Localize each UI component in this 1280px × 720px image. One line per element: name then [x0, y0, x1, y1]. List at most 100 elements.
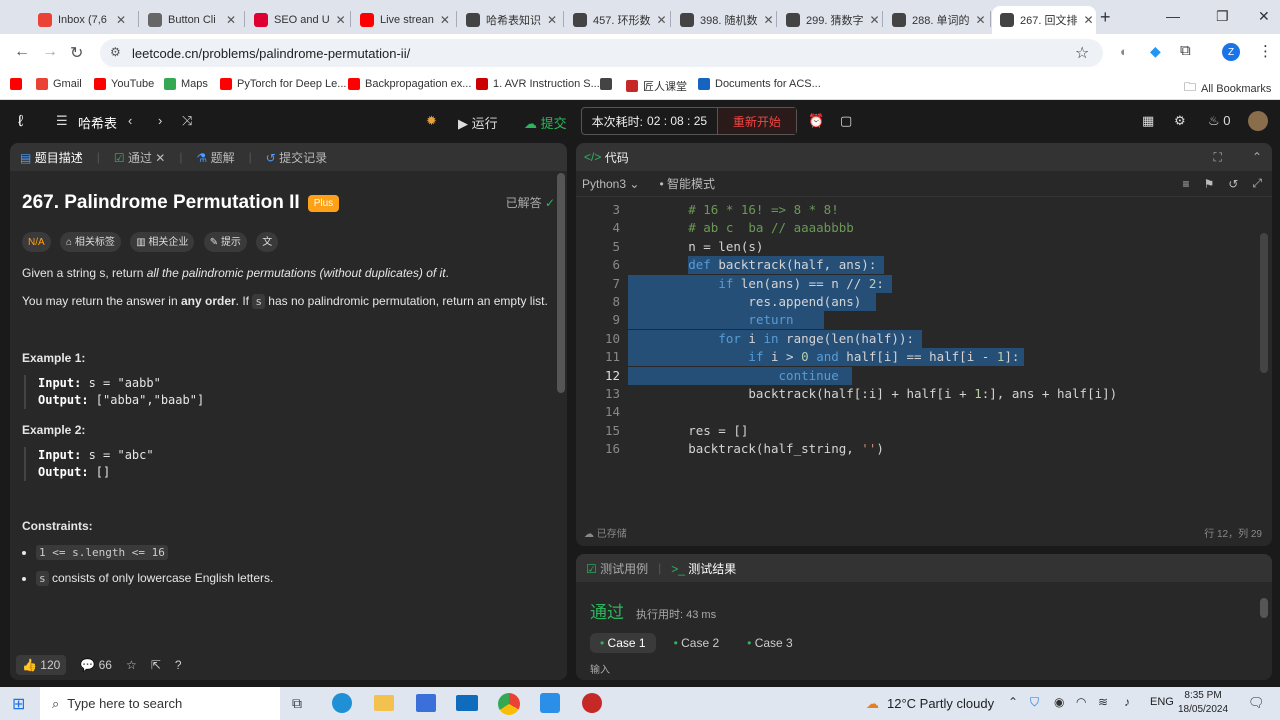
close-window-icon[interactable]: ✕	[1258, 8, 1270, 25]
code-editor[interactable]: 3 # 16 * 16! => 8 * 8! 4 # ab c ba // aaa…	[576, 199, 1266, 499]
format-icon[interactable]: ≡	[1183, 177, 1190, 191]
browser-tab[interactable]: 哈希表知识 ✕	[458, 6, 562, 34]
code-line[interactable]: # ab c ba // aaaabbbb	[628, 219, 854, 237]
results-scrollbar[interactable]	[1260, 598, 1268, 618]
browser-menu-icon[interactable]: ⋮	[1258, 42, 1273, 60]
bookmark-star-icon[interactable]: ☆	[1075, 43, 1089, 63]
browser-tab[interactable]: SEO and U ✕	[246, 6, 350, 34]
bookmark-item[interactable]: 1. AVR Instruction S...	[476, 78, 600, 90]
network-icon[interactable]: ◠	[1076, 695, 1086, 709]
share-icon[interactable]: ⇱	[151, 658, 161, 672]
problem-list-title[interactable]: 哈希表	[78, 113, 117, 132]
translate-chip-icon[interactable]: 文	[256, 232, 279, 252]
run-button[interactable]: ▶ 运行	[458, 113, 498, 132]
back-icon[interactable]: ←	[14, 43, 30, 61]
note-icon[interactable]: ▢	[840, 113, 852, 129]
browser-tab[interactable]: 457. 环形数 ✕	[565, 6, 669, 34]
tab-test-results[interactable]: >_ 测试结果	[671, 560, 736, 577]
chip-companies[interactable]: ▥ 相关企业	[130, 232, 195, 252]
close-tab-icon[interactable]: ✕	[226, 13, 236, 27]
notification-icon[interactable]: 🗨	[1248, 695, 1265, 711]
bookmark-item[interactable]: Documents for ACS...	[698, 78, 821, 90]
code-line[interactable]: if len(ans) == n // 2:	[628, 275, 884, 293]
browser-tab[interactable]: 288. 单词的 ✕	[884, 6, 988, 34]
fullscreen-icon[interactable]: ⛶	[1214, 150, 1222, 165]
bookmark-item[interactable]: Gmail	[36, 78, 82, 90]
weather-widget[interactable]: ☁ 12°C Partly cloudy	[866, 696, 994, 712]
tab-solutions[interactable]: ⚗ 题解	[196, 149, 234, 166]
prev-problem-icon[interactable]: ‹	[128, 113, 132, 128]
minimize-icon[interactable]: —	[1166, 8, 1180, 24]
browser-tab[interactable]: Inbox (7,6 ✕	[30, 6, 134, 34]
next-problem-icon[interactable]: ›	[158, 113, 162, 128]
bookmark-item[interactable]	[10, 78, 27, 90]
browser-tab[interactable]: 398. 随机数 ✕	[672, 6, 776, 34]
store-icon[interactable]	[416, 694, 436, 712]
windows-start-icon[interactable]: ⊞	[12, 694, 25, 714]
code-line[interactable]: n = len(s)	[628, 238, 763, 256]
collapse-icon[interactable]: ⌃	[1252, 150, 1262, 164]
bookmark-item[interactable]: Maps	[164, 78, 208, 90]
debug-icon[interactable]: ✹	[426, 113, 437, 129]
browser-tab[interactable]: 299. 猜数字 ✕	[778, 6, 882, 34]
problem-list-icon[interactable]: ☰	[56, 113, 68, 129]
code-line[interactable]: return	[628, 311, 793, 329]
close-tab-icon[interactable]: ✕	[116, 13, 126, 27]
random-problem-icon[interactable]: ⤨	[182, 113, 192, 129]
maximize-icon[interactable]: ❐	[1216, 8, 1229, 25]
close-tab-icon[interactable]: ✕	[763, 13, 773, 27]
expand-icon[interactable]: ⤢	[1252, 176, 1262, 191]
browser-tab[interactable]: 267. 回文排 ✕	[992, 6, 1096, 34]
reset-icon[interactable]: ↺	[1228, 177, 1238, 191]
task-view-icon[interactable]: ⧉	[292, 695, 302, 712]
layout-icon[interactable]: ▦	[1142, 113, 1154, 129]
profile-avatar[interactable]: Z	[1222, 43, 1240, 61]
bookmark-item[interactable]: PyTorch for Deep Le...	[220, 78, 346, 90]
bookmark-item[interactable]: 匠人课堂	[626, 78, 687, 94]
case-1-tab[interactable]: • Case 1	[590, 633, 656, 653]
file-explorer-icon[interactable]	[374, 695, 394, 711]
close-tab-icon[interactable]: ✕	[1083, 13, 1093, 27]
code-line[interactable]: for i in range(len(half)):	[628, 330, 914, 348]
browser-tab[interactable]: Button Cli ✕	[140, 6, 244, 34]
new-tab-button[interactable]: +	[1100, 7, 1111, 28]
close-tab-icon[interactable]: ✕	[440, 13, 450, 27]
close-tab-icon[interactable]: ✕	[547, 13, 557, 27]
code-line[interactable]: if i > 0 and half[i] == half[i - 1]:	[628, 348, 1019, 366]
case-2-tab[interactable]: • Case 2	[664, 633, 730, 653]
extension-icon[interactable]: ◐	[1120, 44, 1128, 59]
forward-icon[interactable]: →	[42, 43, 58, 61]
mail-icon[interactable]	[456, 695, 478, 711]
shield-icon[interactable]: ⛉	[1030, 695, 1039, 710]
tab-accepted[interactable]: ☑ 通过 ✕	[114, 149, 166, 166]
chip-hints[interactable]: ✎ 提示	[203, 232, 247, 252]
case-3-tab[interactable]: • Case 3	[737, 633, 803, 653]
browser-tab[interactable]: Live strean ✕	[352, 6, 456, 34]
code-line[interactable]: backtrack(half_string, '')	[628, 440, 884, 458]
problem-scrollbar[interactable]	[557, 173, 565, 393]
url-input[interactable]: ⚙ leetcode.cn/problems/palindrome-permut…	[100, 39, 1103, 67]
code-line[interactable]: backtrack(half[:i] + half[i + 1:], ans +…	[628, 385, 1117, 403]
site-info-icon[interactable]: ⚙	[110, 45, 121, 59]
code-line[interactable]: res.append(ans)	[628, 293, 861, 311]
close-tab-icon[interactable]: ✕	[656, 13, 666, 27]
taskbar-search[interactable]: ⌕ Type here to search	[40, 687, 280, 720]
settings-icon[interactable]: ⚙	[1174, 113, 1186, 129]
translate-icon[interactable]: ◆	[1150, 43, 1161, 60]
smart-mode-toggle[interactable]: • 智能模式	[659, 175, 715, 192]
submit-button[interactable]: ☁ 提交	[524, 113, 567, 132]
clock[interactable]: 8:35 PM 18/05/2024	[1178, 689, 1228, 717]
tray-app-icon[interactable]: ◉	[1054, 695, 1064, 709]
streak-flame[interactable]: ♨ 0	[1208, 113, 1231, 129]
edge-icon[interactable]	[332, 693, 352, 713]
code-line[interactable]: res = []	[628, 422, 748, 440]
bookmark-item[interactable]: YouTube	[94, 78, 154, 90]
close-tab-icon[interactable]: ✕	[869, 13, 879, 27]
alarm-icon[interactable]: ⏰	[808, 113, 824, 129]
code-line[interactable]: # 16 * 16! => 8 * 8!	[628, 201, 839, 219]
bookmark-item[interactable]: Backpropagation ex...	[348, 78, 471, 90]
tab-description[interactable]: ▤ 题目描述	[20, 149, 83, 166]
tab-testcases[interactable]: ☑ 测试用例	[586, 560, 648, 577]
reload-icon[interactable]: ↻	[70, 43, 83, 63]
favorite-star-icon[interactable]: ☆	[126, 658, 137, 672]
